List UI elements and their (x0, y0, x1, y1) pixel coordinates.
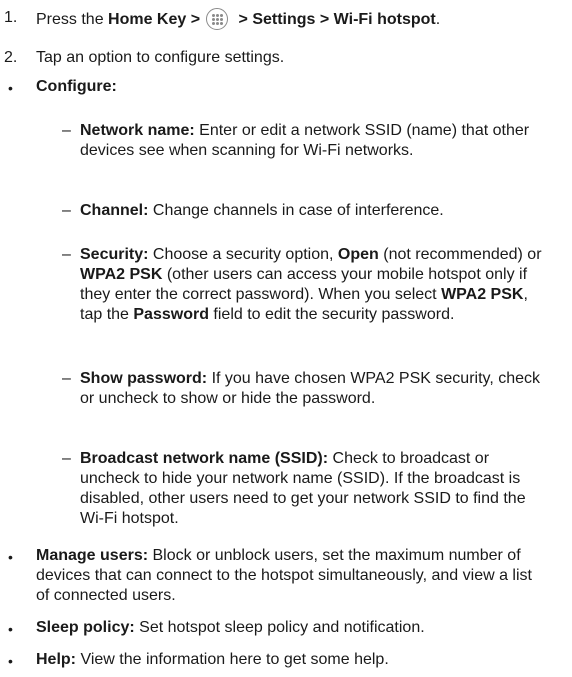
security-password-field: Password (133, 306, 209, 323)
help-item: Help: View the information here to get s… (36, 650, 548, 670)
step-number: 1. (4, 9, 18, 26)
dash-icon: – (62, 370, 71, 387)
bullet-icon: • (8, 549, 13, 565)
dash-icon: – (62, 122, 71, 139)
network-name-item: Network name: Enter or edit a network SS… (80, 121, 552, 161)
configure-heading: Configure: (36, 78, 117, 95)
security-item: Security: Choose a security option, Open… (80, 245, 552, 325)
bullet-icon: • (8, 653, 13, 669)
network-name-label: Network name: (80, 122, 195, 139)
dash-icon: – (62, 202, 71, 219)
sleep-policy-item: Sleep policy: Set hotspot sleep policy a… (36, 618, 548, 638)
show-password-label: Show password: (80, 370, 208, 387)
step-number: 2. (4, 49, 18, 66)
dash-icon: – (62, 450, 71, 467)
sleep-policy-desc: Set hotspot sleep policy and notificatio… (134, 619, 425, 636)
security-wpa2: WPA2 PSK (441, 286, 524, 303)
show-password-item: Show password: If you have chosen WPA2 P… (80, 369, 552, 409)
channel-desc: Change channels in case of interference. (148, 202, 444, 219)
manual-page: 1. Press the Home Key > > Settings > Wi-… (0, 0, 572, 677)
manage-users-label: Manage users: (36, 547, 149, 564)
channel-label: Channel: (80, 202, 149, 219)
step-1-period: . (435, 11, 441, 28)
help-desc: View the information here to get some he… (76, 651, 389, 668)
sleep-policy-label: Sleep policy: (36, 619, 135, 636)
broadcast-ssid-item: Broadcast network name (SSID): Check to … (80, 449, 552, 529)
apps-icon (206, 8, 229, 30)
security-text: Choose a security option, (148, 246, 338, 263)
bullet-icon: • (8, 621, 13, 637)
step-1-text: Press the Home Key > > Settings > Wi-Fi … (36, 8, 558, 30)
step-2-text: Tap an option to configure settings. (36, 49, 285, 66)
security-text: field to edit the security password. (208, 306, 455, 323)
manage-users-item: Manage users: Block or unblock users, se… (36, 546, 548, 606)
security-open: Open (337, 246, 379, 263)
channel-item: Channel: Change channels in case of inte… (80, 201, 552, 221)
bullet-icon: • (8, 80, 13, 96)
security-label: Security: (80, 246, 149, 263)
step-1-text-part: Press the (36, 11, 109, 28)
security-wpa2: WPA2 PSK (80, 266, 163, 283)
dash-icon: – (62, 246, 71, 263)
security-text: (not recommended) or (378, 246, 542, 263)
help-label: Help: (36, 651, 76, 668)
step-1-home-key: Home Key > (108, 11, 201, 28)
broadcast-ssid-label: Broadcast network name (SSID): (80, 450, 329, 467)
step-1-settings-path: > Settings > Wi-Fi hotspot (234, 11, 436, 28)
